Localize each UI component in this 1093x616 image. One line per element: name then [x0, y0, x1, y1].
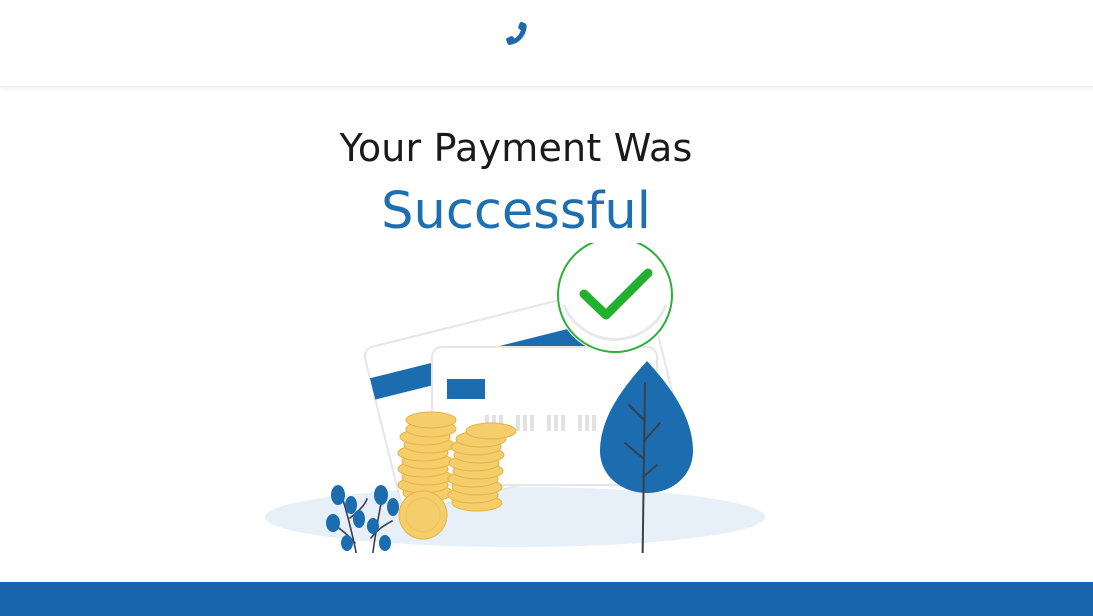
top-navigation-bar	[0, 0, 1093, 87]
page-title-success: Successful	[381, 182, 651, 241]
footer-bar	[0, 582, 1093, 616]
payment-confirmation-section: Your Payment Was Successful	[0, 88, 1093, 607]
phone-icon[interactable]	[500, 19, 532, 51]
payment-success-illustration	[255, 236, 775, 607]
page-title-line1: Your Payment Was	[339, 126, 693, 170]
upright-coin	[398, 490, 448, 540]
